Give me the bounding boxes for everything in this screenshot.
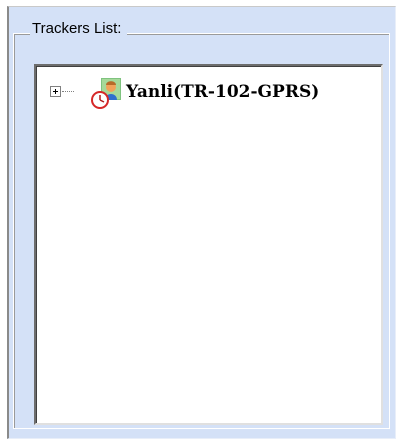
trackers-tree[interactable]: Yanli(TR-102-GPRS) <box>34 64 383 425</box>
expand-plus-icon[interactable] <box>50 86 61 97</box>
trackers-list-title: Trackers List: <box>30 19 128 39</box>
trackers-tree-inner: Yanli(TR-102-GPRS) <box>36 66 381 423</box>
tree-node-tracker[interactable]: Yanli(TR-102-GPRS) <box>50 76 380 112</box>
tracker-label[interactable]: Yanli(TR-102-GPRS) <box>126 82 319 102</box>
tracker-person-icon <box>91 78 121 109</box>
tree-connector-line <box>62 91 74 93</box>
